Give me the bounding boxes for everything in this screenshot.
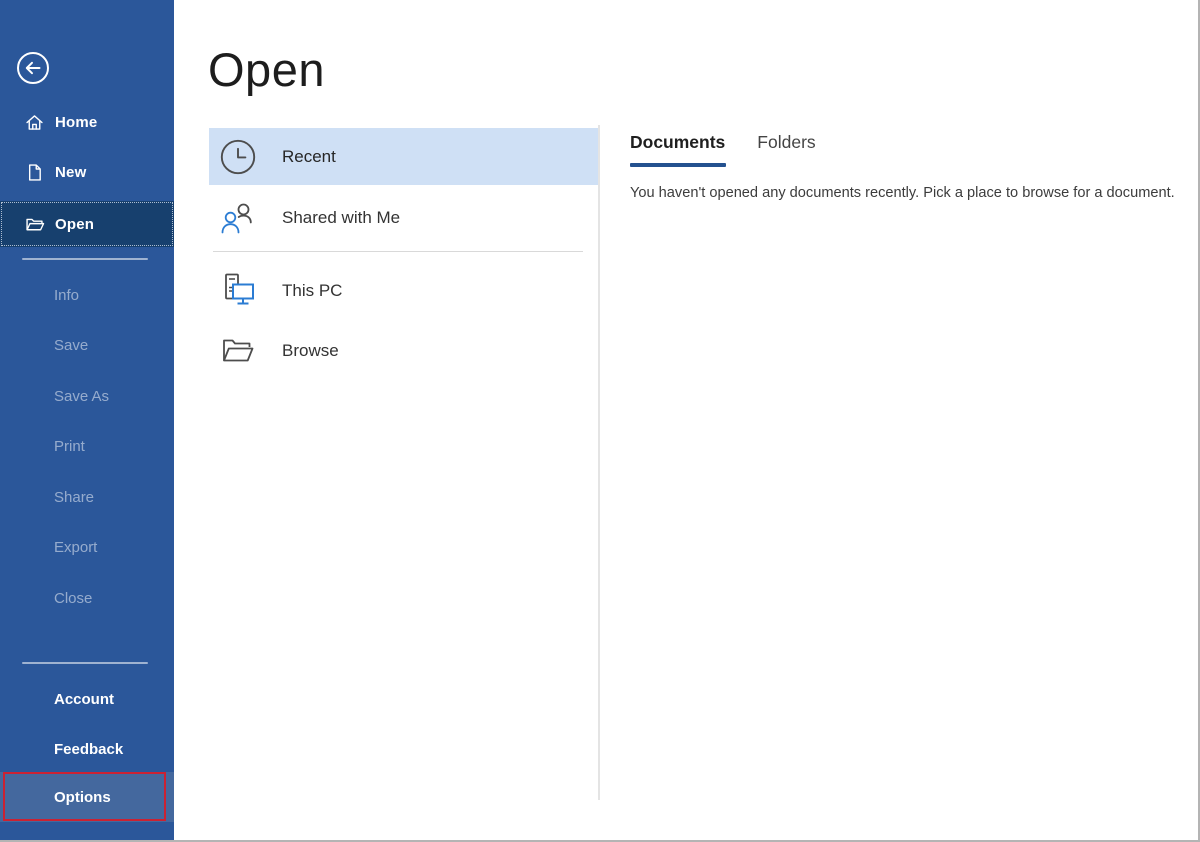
sidebar-item-save: Save [0,325,174,365]
sidebar-item-label: Save As [54,387,110,405]
place-item-label: This PC [282,280,343,300]
sidebar-item-print: Print [0,426,174,466]
sidebar-item-account[interactable]: Account [0,679,174,719]
place-item-label: Recent [282,146,336,166]
sidebar-item-label: Print [54,437,85,455]
computer-icon [218,271,258,311]
place-item-label: Shared with Me [282,208,401,227]
sidebar-item-label: Close [54,589,93,607]
sidebar-item-label: Info [54,286,80,304]
back-arrow-icon [16,51,50,85]
people-icon [218,198,258,238]
sidebar-item-open-selected[interactable]: Open [0,201,174,247]
sidebar-item-label: New [55,163,87,181]
sidebar-item-label: Home [55,113,98,131]
place-item-browse[interactable]: Browse [209,322,598,379]
sidebar-item-share: Share [0,477,174,517]
tab-documents[interactable]: Documents [630,132,725,161]
tab-folders[interactable]: Folders [757,132,815,161]
sidebar-item-export: Export [0,527,174,567]
sidebar-item-options[interactable]: Options [0,777,174,817]
active-tab-underline [630,163,726,167]
place-item-recent[interactable]: Recent [209,128,598,185]
new-document-icon [24,162,45,183]
sidebar-item-label: Account [54,690,114,708]
places-divider [213,251,583,252]
page-title: Open [208,43,325,96]
sidebar-item-save-as: Save As [0,376,174,416]
sidebar-item-close: Close [0,578,174,618]
sidebar-item-label: Open [55,215,95,233]
sidebar-divider [22,662,148,664]
documents-folders-tabs: Documents Folders [630,132,816,161]
place-item-shared-with-me[interactable]: Shared with Me [209,190,598,246]
sidebar-item-new[interactable]: New [0,152,174,192]
sidebar-item-label: Export [54,538,98,556]
home-icon [24,112,45,133]
open-folder-icon [24,214,45,235]
sidebar-item-label: Options [54,788,111,806]
place-item-label: Browse [282,340,339,360]
word-backstage-open-view: Home New Open Info Save Save As Print Sh… [0,0,1200,842]
sidebar-item-label: Feedback [54,740,124,758]
sidebar-item-label: Save [54,336,89,354]
sidebar-divider [22,258,148,260]
sidebar-item-home[interactable]: Home [0,102,174,142]
backstage-sidebar: Home New Open Info Save Save As Print Sh… [0,0,174,840]
panel-vertical-divider [598,125,600,800]
clock-icon [218,137,258,177]
sidebar-item-feedback[interactable]: Feedback [0,729,174,769]
place-item-this-pc[interactable]: This PC [209,262,598,319]
sidebar-item-info: Info [0,275,174,315]
empty-recent-message: You haven't opened any documents recentl… [630,185,1175,201]
browse-folder-icon [218,331,258,371]
back-button[interactable] [16,51,50,85]
sidebar-item-label: Share [54,488,95,506]
